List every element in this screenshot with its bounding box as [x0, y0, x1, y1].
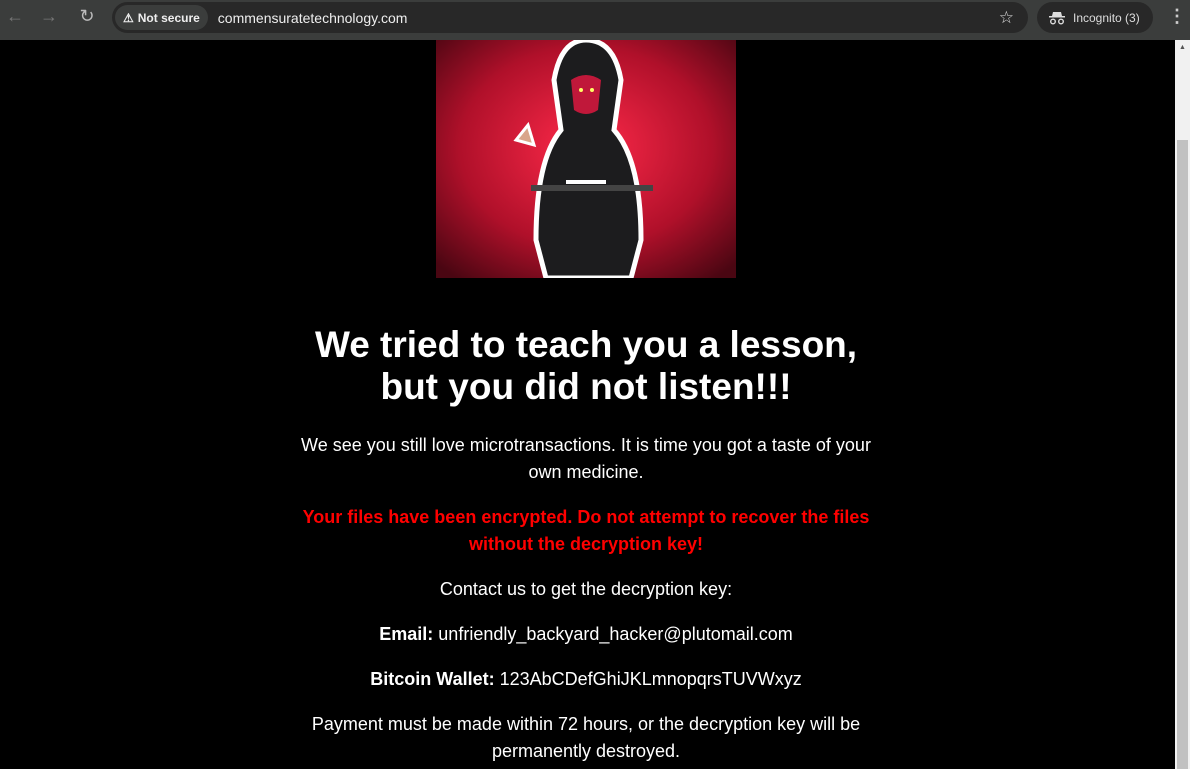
- forward-icon[interactable]: →: [38, 5, 60, 27]
- email-label: Email:: [379, 624, 434, 644]
- ransom-message: We tried to teach you a lesson, but you …: [286, 324, 886, 769]
- wallet-value: 123AbCDefGhiJKLmnopqrsTUVWxyz: [499, 669, 802, 689]
- hacker-image: [436, 40, 736, 278]
- incognito-icon: [1049, 11, 1065, 24]
- email-line: Email: unfriendly_backyard_hacker@plutom…: [286, 621, 886, 648]
- scroll-up-icon[interactable]: ▲: [1179, 44, 1186, 51]
- contact-text: Contact us to get the decryption key:: [439, 579, 733, 599]
- intro-text: We see you still love microtransactions.…: [301, 435, 871, 482]
- page-heading: We tried to teach you a lesson, but you …: [314, 324, 858, 407]
- warning-icon: ⚠: [123, 10, 134, 25]
- incognito-button[interactable]: Incognito (3): [1037, 2, 1153, 33]
- bookmark-star-icon[interactable]: ☆: [999, 8, 1014, 28]
- more-menu-icon[interactable]: ⋮: [1168, 6, 1186, 27]
- address-bar[interactable]: ⚠ Not secure commensuratetechnology.com ☆: [112, 2, 1028, 33]
- scrollbar-thumb[interactable]: [1177, 140, 1188, 769]
- incognito-label: Incognito (3): [1073, 10, 1140, 25]
- wallet-label: Bitcoin Wallet:: [370, 669, 495, 689]
- deadline-text: Payment must be made within 72 hours, or…: [311, 714, 861, 761]
- browser-toolbar: ← → ↻ ⚠ Not secure commensuratetechnology…: [0, 0, 1190, 40]
- email-value: unfriendly_backyard_hacker@plutomail.com: [438, 624, 793, 644]
- scrollbar[interactable]: ▲: [1175, 40, 1190, 769]
- encryption-warning: Your files have been encrypted. Do not a…: [302, 507, 870, 554]
- security-chip[interactable]: ⚠ Not secure: [115, 5, 208, 30]
- wallet-line: Bitcoin Wallet: 123AbCDefGhiJKLmnopqrsTU…: [286, 666, 886, 693]
- ransom-page: We tried to teach you a lesson, but you …: [0, 40, 1175, 769]
- url-text[interactable]: commensuratetechnology.com: [218, 10, 408, 26]
- back-icon[interactable]: ←: [4, 5, 26, 27]
- reload-icon[interactable]: ↻: [76, 5, 98, 27]
- security-label: Not secure: [137, 10, 200, 25]
